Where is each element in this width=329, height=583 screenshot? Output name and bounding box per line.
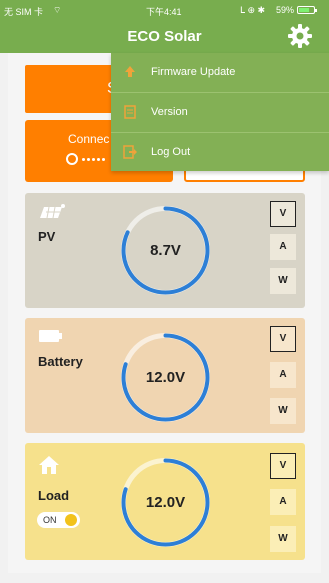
app-title: ECO Solar <box>127 28 202 45</box>
battery-value: 12.0V <box>145 369 186 386</box>
pv-card: PV 8.7V V A W <box>25 193 305 308</box>
menu-item-log-out[interactable]: Log Out <box>111 133 329 172</box>
battery-card: Battery 12.0V V A W <box>25 318 305 433</box>
menu-item-version[interactable]: Version <box>111 93 329 132</box>
menu-label-firmware-update: Firmware Update <box>151 66 236 78</box>
wifi-icon: ⌔ <box>53 5 62 15</box>
pv-unit-a-button[interactable]: A <box>270 234 296 260</box>
battery-unit-v-button[interactable]: V <box>270 326 296 352</box>
pv-gauge: 8.7V <box>118 203 213 298</box>
menu-item-firmware-update[interactable]: Firmware Update <box>111 53 329 92</box>
load-label: Load <box>38 488 70 503</box>
logout-icon <box>123 145 137 159</box>
pv-value: 8.7V <box>150 242 181 259</box>
settings-dropdown-menu: Firmware Update Version Log Out <box>111 53 329 171</box>
status-time: 下午4:41 <box>146 7 182 17</box>
connect-label: Connec <box>68 132 110 146</box>
battery-icon <box>39 330 62 342</box>
nav-bar: ECO Solar <box>0 20 329 53</box>
battery-label: Battery <box>38 354 83 369</box>
load-power-toggle[interactable]: ON <box>37 512 80 528</box>
menu-label-log-out: Log Out <box>151 146 191 158</box>
load-gauge: 12.0V <box>118 455 213 550</box>
document-icon <box>124 105 136 119</box>
battery-gauge: 12.0V <box>118 330 213 425</box>
battery-status-icon <box>297 6 317 14</box>
load-unit-v-button[interactable]: V <box>270 453 296 479</box>
menu-label-version: Version <box>151 106 188 118</box>
gear-icon[interactable] <box>287 23 313 49</box>
status-bar: 无 SIM 卡 ⌔ 下午4:41 ᒪ ⊕ ✱ 59% <box>0 0 329 20</box>
status-indicator-icons: ᒪ ⊕ ✱ <box>240 5 266 15</box>
battery-unit-w-button[interactable]: W <box>270 398 296 424</box>
load-unit-w-button[interactable]: W <box>270 526 296 552</box>
load-toggle-label: ON <box>43 515 57 525</box>
battery-percent: 59% <box>276 5 295 15</box>
toggle-knob <box>65 514 77 526</box>
carrier-text: 无 SIM 卡 <box>4 7 44 17</box>
pv-unit-v-button[interactable]: V <box>270 201 296 227</box>
upload-icon <box>125 66 135 77</box>
pv-label: PV <box>38 229 56 244</box>
home-icon <box>39 456 59 474</box>
load-unit-a-button[interactable]: A <box>270 489 296 515</box>
load-value: 12.0V <box>145 494 186 511</box>
solar-panel-icon <box>40 204 65 219</box>
pv-unit-w-button[interactable]: W <box>270 268 296 294</box>
battery-unit-a-button[interactable]: A <box>270 362 296 388</box>
load-card: Load ON 12.0V V A W <box>25 443 305 560</box>
